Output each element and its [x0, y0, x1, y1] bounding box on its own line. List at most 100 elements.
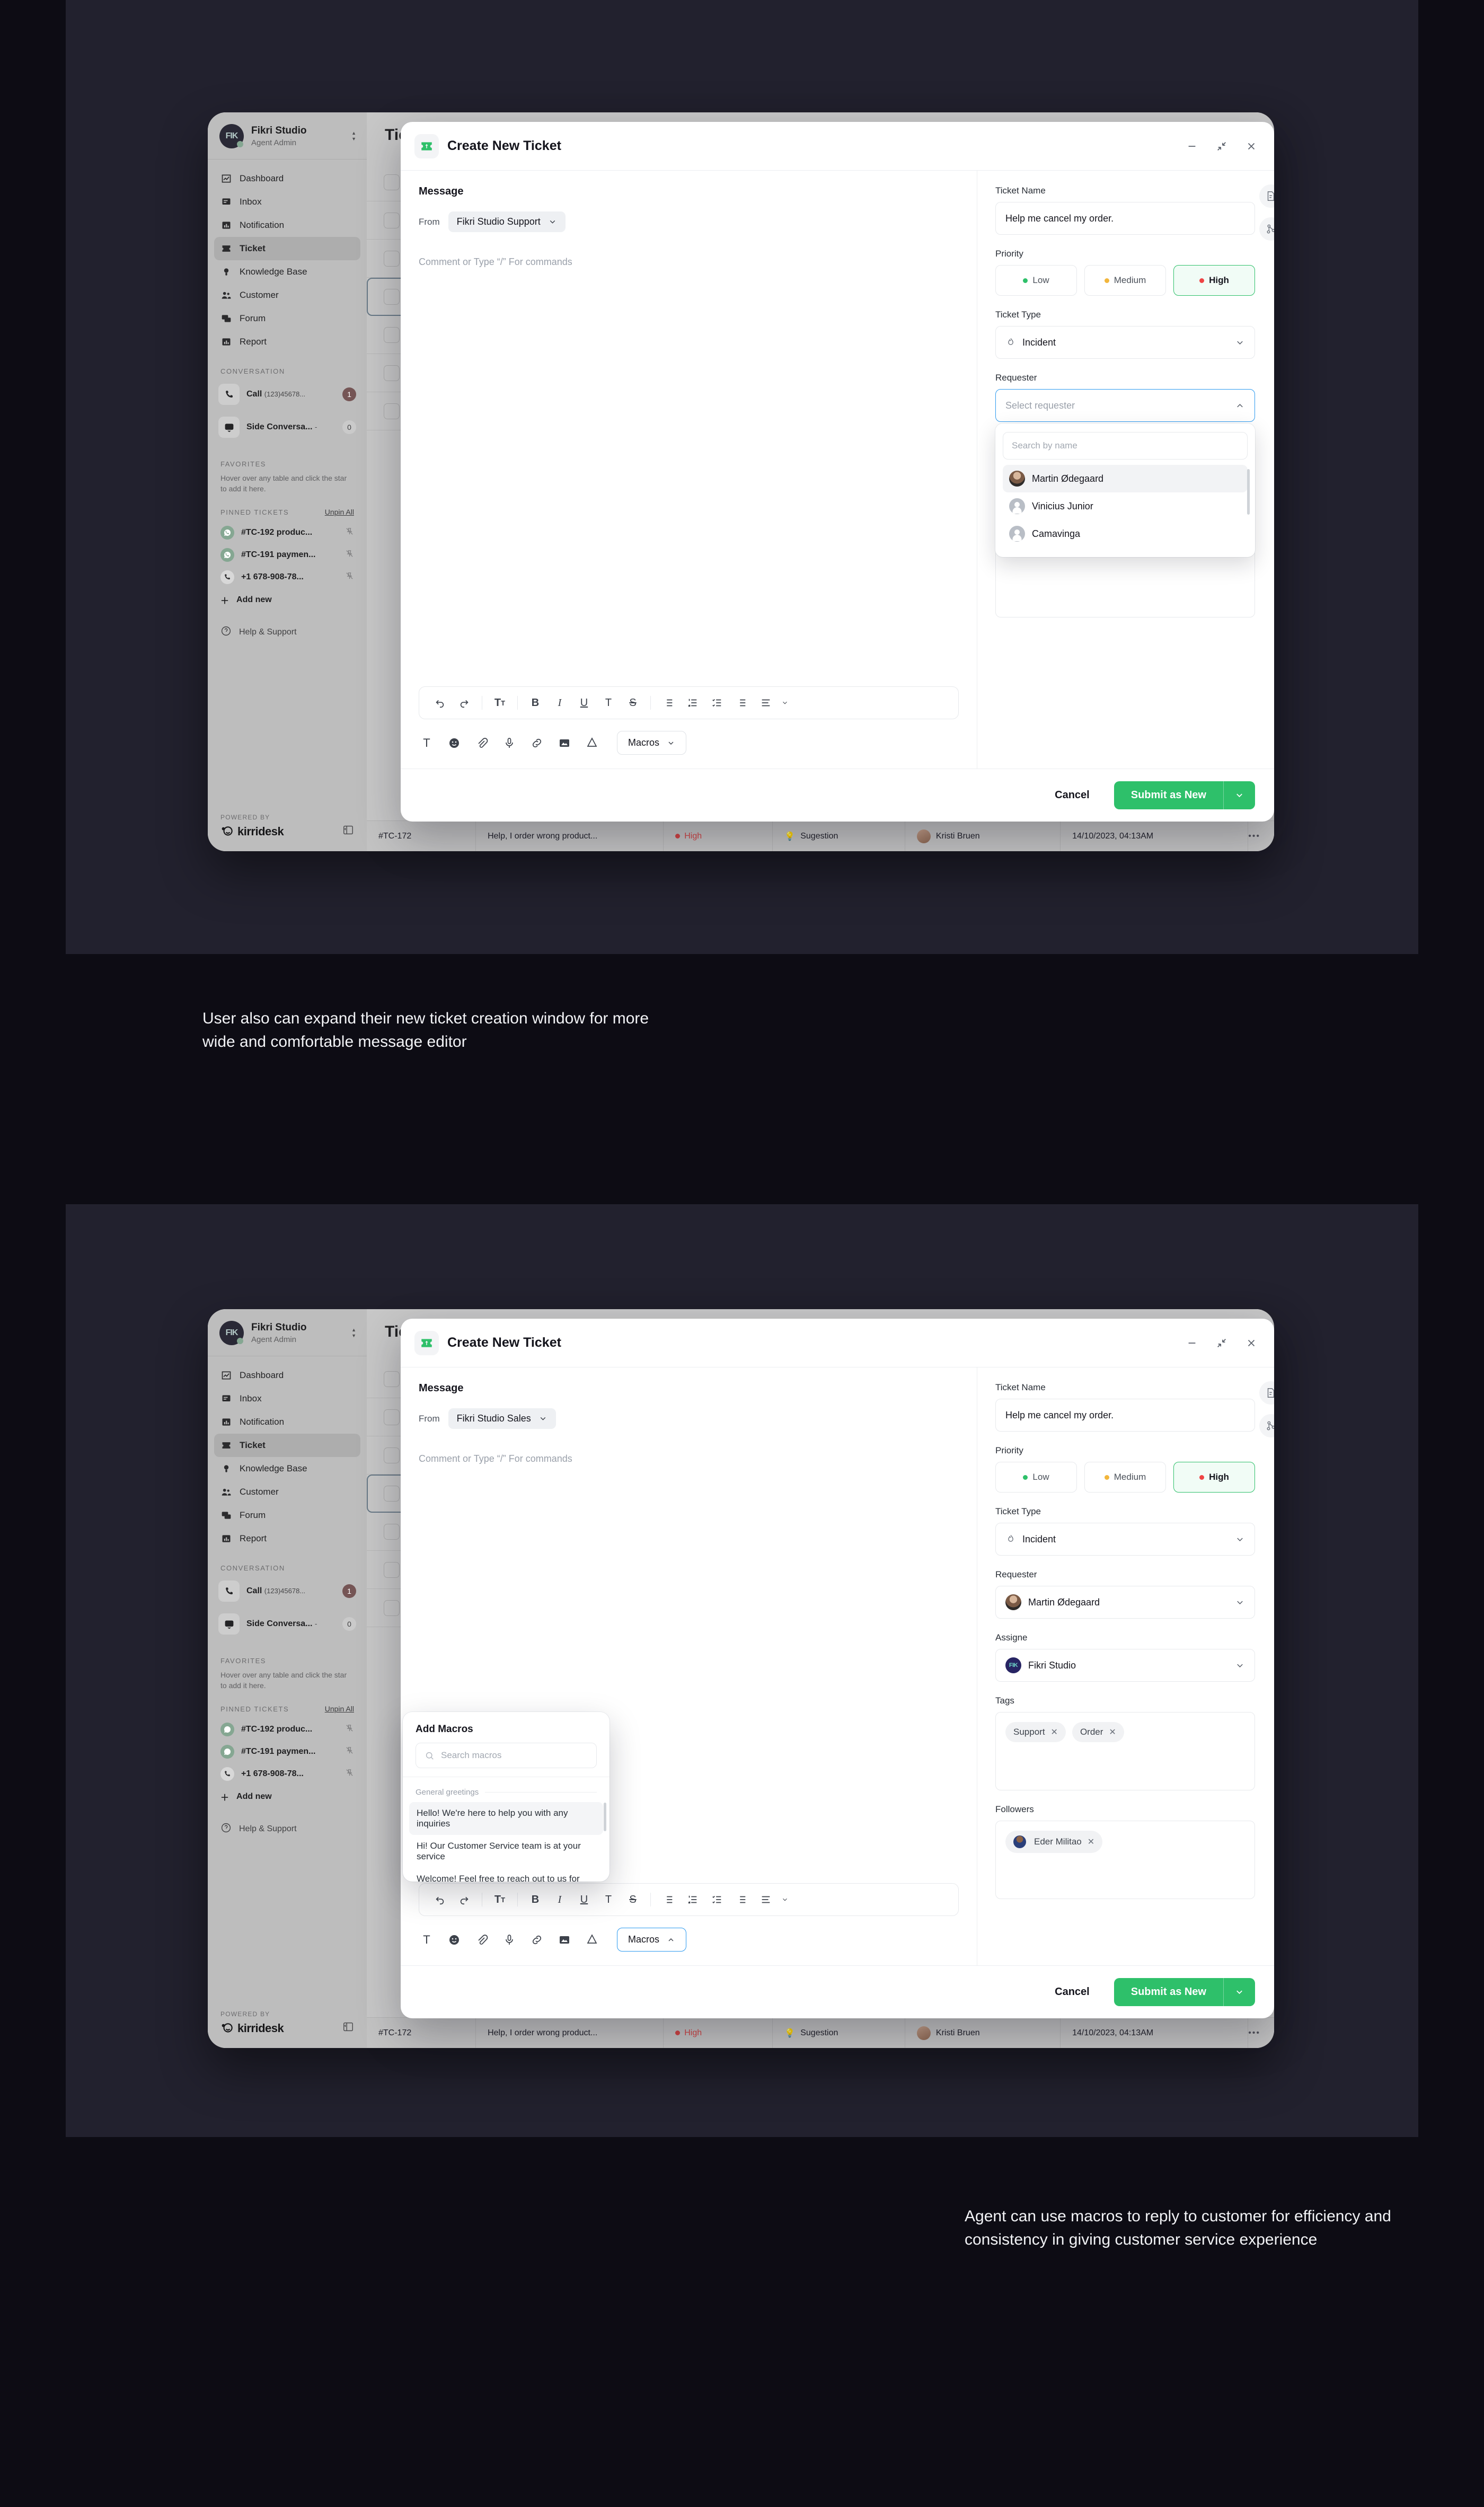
priority-option-medium[interactable]: Medium: [1084, 1462, 1166, 1493]
remove-follower-icon[interactable]: ✕: [1088, 1837, 1094, 1847]
macros-scrollbar[interactable]: [604, 1803, 606, 1831]
text-icon[interactable]: T: [596, 1889, 621, 1910]
remove-tag-icon[interactable]: ✕: [1051, 1727, 1058, 1737]
workflow-icon[interactable]: [1259, 217, 1274, 241]
workspace-switcher[interactable]: FIK Fikri Studio Agent Admin ▲ ▼: [208, 112, 367, 160]
unpin-icon[interactable]: [345, 571, 354, 583]
priority-option-low[interactable]: Low: [995, 265, 1077, 296]
todo-list-icon[interactable]: [729, 1889, 754, 1910]
requester-search-input[interactable]: Search by name: [1003, 432, 1248, 460]
strikethrough-icon[interactable]: S: [621, 692, 645, 713]
check-list-icon[interactable]: [705, 692, 729, 713]
minimize-icon[interactable]: [1186, 1337, 1198, 1349]
sidebar-item-customer[interactable]: Customer: [214, 1480, 360, 1504]
submit-as-new-button[interactable]: Submit as New: [1114, 781, 1255, 809]
table-row-visible[interactable]: #TC-172 Help, I order wrong product... H…: [367, 820, 1274, 851]
tags-input[interactable]: Support ✕ Order ✕: [995, 1712, 1255, 1790]
submit-options-button[interactable]: [1224, 781, 1255, 809]
from-select[interactable]: Fikri Studio Support: [448, 211, 566, 232]
sidebar-item-forum[interactable]: Forum: [214, 307, 360, 330]
collapse-sidebar-button[interactable]: [342, 2021, 354, 2035]
text-icon[interactable]: T: [596, 692, 621, 713]
row-checkbox[interactable]: [384, 174, 400, 190]
sidebar-item-customer[interactable]: Customer: [214, 284, 360, 307]
italic-icon[interactable]: I: [547, 692, 572, 713]
row-checkbox[interactable]: [384, 250, 400, 267]
align-icon[interactable]: [754, 1889, 778, 1910]
sidebar-item-report[interactable]: Report: [214, 1527, 360, 1550]
conversation-item-side-conversation[interactable]: Side Conversa... - 0: [215, 1610, 359, 1638]
redo-icon[interactable]: [452, 692, 476, 713]
template-icon[interactable]: [1259, 1381, 1274, 1405]
microphone-icon[interactable]: [501, 735, 517, 751]
requester-option[interactable]: Vinicius Junior: [1003, 492, 1248, 520]
unpin-icon[interactable]: [345, 527, 354, 539]
emoji-icon[interactable]: [446, 1932, 462, 1948]
conversation-item-call[interactable]: Call (123)45678... 1: [215, 381, 359, 408]
row-checkbox[interactable]: [384, 1523, 400, 1540]
tag-chip[interactable]: Support ✕: [1005, 1722, 1066, 1742]
numbered-list-icon[interactable]: [681, 692, 705, 713]
bullet-list-icon[interactable]: [656, 692, 681, 713]
attachment-icon[interactable]: [474, 1932, 490, 1948]
text-format-icon[interactable]: T: [419, 735, 435, 751]
row-checkbox[interactable]: [384, 365, 400, 381]
add-new-pinned-button[interactable]: ＋ Add new: [208, 588, 367, 612]
redo-icon[interactable]: [452, 1889, 476, 1910]
cancel-button[interactable]: Cancel: [1046, 1981, 1098, 2003]
priority-option-high[interactable]: High: [1173, 1462, 1255, 1493]
row-checkbox[interactable]: [384, 1485, 400, 1502]
from-select[interactable]: Fikri Studio Sales: [448, 1408, 556, 1429]
message-input[interactable]: Comment or Type “/” For commands: [401, 232, 977, 268]
row-checkbox[interactable]: [384, 1561, 400, 1578]
row-checkbox[interactable]: [384, 212, 400, 228]
sidebar-item-notification[interactable]: Notification: [214, 1410, 360, 1434]
emoji-icon[interactable]: [446, 735, 462, 751]
priority-option-medium[interactable]: Medium: [1084, 265, 1166, 296]
help-support-button[interactable]: Help & Support: [208, 612, 367, 639]
macros-search-input[interactable]: Search macros: [416, 1743, 597, 1768]
ticket-name-input[interactable]: Help me cancel my order.: [995, 202, 1255, 235]
requester-select[interactable]: Select requester: [995, 389, 1255, 422]
help-support-button[interactable]: Help & Support: [208, 1808, 367, 1836]
sidebar-item-inbox[interactable]: Inbox: [214, 190, 360, 214]
requester-option[interactable]: Martin Ødegaard: [1003, 465, 1248, 492]
ticket-name-input[interactable]: Help me cancel my order.: [995, 1399, 1255, 1432]
chevron-down-icon[interactable]: [778, 692, 792, 713]
macros-button[interactable]: Macros: [617, 1928, 687, 1952]
align-icon[interactable]: [754, 692, 778, 713]
row-checkbox[interactable]: [384, 326, 400, 343]
unpin-icon[interactable]: [345, 549, 354, 561]
submit-options-button[interactable]: [1224, 1978, 1255, 2006]
numbered-list-icon[interactable]: [681, 1889, 705, 1910]
link-icon[interactable]: [529, 735, 545, 751]
check-list-icon[interactable]: [705, 1889, 729, 1910]
remove-tag-icon[interactable]: ✕: [1109, 1727, 1116, 1737]
row-more-button[interactable]: •••: [1248, 2028, 1274, 2038]
close-icon[interactable]: [1246, 140, 1257, 152]
link-icon[interactable]: [529, 1932, 545, 1948]
macro-item[interactable]: Hi! Our Customer Service team is at your…: [409, 1835, 603, 1868]
close-icon[interactable]: [1246, 1337, 1257, 1349]
sidebar-item-ticket[interactable]: Ticket: [214, 237, 360, 260]
sidebar-item-knowledge-base[interactable]: Knowledge Base: [214, 1457, 360, 1480]
submit-as-new-button[interactable]: Submit as New: [1114, 1978, 1255, 2006]
image-icon[interactable]: [556, 735, 572, 751]
microphone-icon[interactable]: [501, 1932, 517, 1948]
macros-button[interactable]: Macros: [617, 731, 687, 755]
bold-icon[interactable]: B: [523, 692, 547, 713]
template-icon[interactable]: [1259, 184, 1274, 208]
priority-option-high[interactable]: High: [1173, 265, 1255, 296]
bold-icon[interactable]: B: [523, 1889, 547, 1910]
add-new-pinned-button[interactable]: ＋ Add new: [208, 1785, 367, 1808]
bullet-list-icon[interactable]: [656, 1889, 681, 1910]
minimize-icon[interactable]: [1186, 140, 1198, 152]
table-row-visible[interactable]: #TC-172 Help, I order wrong product... H…: [367, 2017, 1274, 2048]
sidebar-item-report[interactable]: Report: [214, 330, 360, 354]
row-checkbox[interactable]: [384, 1600, 400, 1616]
macro-item[interactable]: Welcome! Feel free to reach out to us fo…: [409, 1868, 603, 1882]
unpin-all-button[interactable]: Unpin All: [325, 1705, 354, 1713]
row-checkbox[interactable]: [384, 403, 400, 419]
conversation-item-side-conversation[interactable]: Side Conversa... - 0: [215, 413, 359, 441]
undo-icon[interactable]: [428, 692, 452, 713]
